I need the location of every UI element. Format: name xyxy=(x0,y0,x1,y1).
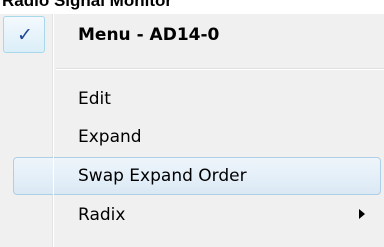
menu-item-radix[interactable]: Radix xyxy=(0,194,384,236)
menu-item-label: Swap Expand Order xyxy=(78,166,247,186)
menu-item-expand[interactable]: Expand xyxy=(0,116,384,158)
menu-item-label: Edit xyxy=(78,89,111,109)
menu-item-edit[interactable]: Edit xyxy=(0,78,384,120)
checkmark-box: ✓ xyxy=(3,16,45,53)
menu-header-item[interactable]: ✓ Menu - AD14-0 xyxy=(0,14,384,56)
menu-item-swap-expand-order[interactable]: Swap Expand Order xyxy=(0,155,384,197)
menu-item-label: Radix xyxy=(78,205,126,225)
checkmark-icon: ✓ xyxy=(17,24,33,46)
menu-item-label: Expand xyxy=(78,127,142,147)
window-title-fragment: Radio Signal Monitor xyxy=(0,0,384,14)
menu-header-label: Menu - AD14-0 xyxy=(78,25,220,45)
context-menu: ✓ Menu - AD14-0 Edit Expand Swap Expand … xyxy=(0,14,384,247)
chevron-right-icon xyxy=(359,209,365,219)
menu-separator xyxy=(56,68,384,70)
window-title-text: Radio Signal Monitor xyxy=(2,0,172,10)
